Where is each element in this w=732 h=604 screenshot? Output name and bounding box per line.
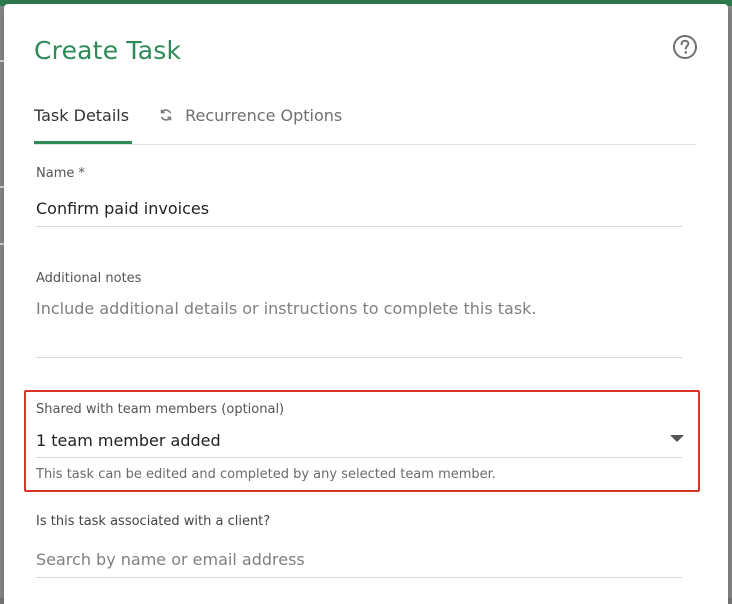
shared-select[interactable]: 1 team member added <box>36 431 636 450</box>
name-underline <box>36 226 682 227</box>
help-button[interactable] <box>672 34 698 60</box>
notes-underline <box>36 357 682 358</box>
dialog-title: Create Task <box>34 36 182 65</box>
shared-label: Shared with team members (optional) <box>36 402 285 417</box>
tab-recurrence-options[interactable]: Recurrence Options <box>158 106 342 144</box>
shared-helper-text: This task can be edited and completed by… <box>36 467 496 482</box>
client-label: Is this task associated with a client? <box>36 514 271 529</box>
name-input[interactable]: Confirm paid invoices <box>36 199 682 218</box>
notes-label: Additional notes <box>36 271 142 286</box>
tab-label: Task Details <box>34 106 130 125</box>
notes-textarea[interactable]: Include additional details or instructio… <box>36 299 682 351</box>
create-task-dialog: Create Task Task Details Recurrence Opti… <box>4 4 728 604</box>
tab-label: Recurrence Options <box>185 106 343 125</box>
tab-task-details[interactable]: Task Details <box>34 106 132 144</box>
tab-bar: Task Details Recurrence Options <box>34 100 696 145</box>
refresh-icon <box>160 109 172 121</box>
help-circle-icon <box>673 35 697 59</box>
name-label: Name * <box>36 166 85 181</box>
client-search-input[interactable]: Search by name or email address <box>36 550 682 569</box>
chevron-down-icon[interactable] <box>670 435 684 442</box>
shared-underline <box>36 457 682 458</box>
client-underline <box>36 577 682 578</box>
